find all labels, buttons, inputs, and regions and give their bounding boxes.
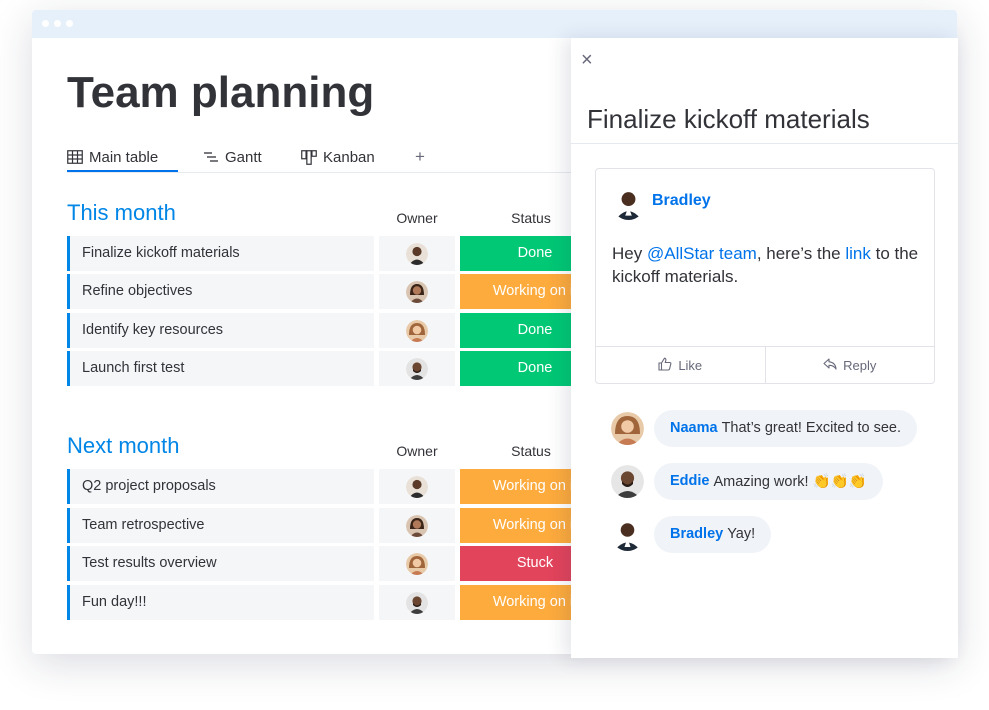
- mention-link[interactable]: @AllStar team: [647, 244, 757, 263]
- reply-bubble: Naama That’s great! Excited to see.: [654, 409, 918, 447]
- reply-bubble: Bradley Yay!: [654, 515, 772, 553]
- owner-cell[interactable]: [379, 469, 455, 504]
- owner-cell[interactable]: [379, 313, 455, 348]
- tab-main-table[interactable]: Main table: [67, 144, 178, 172]
- window-titlebar: [32, 10, 957, 38]
- owner-cell[interactable]: [379, 236, 455, 271]
- avatar: [406, 357, 428, 380]
- page-title: Team planning: [67, 68, 375, 117]
- owner-cell[interactable]: [379, 274, 455, 309]
- table-icon: [67, 150, 83, 164]
- add-view-button[interactable]: +: [415, 144, 425, 170]
- item-name[interactable]: Team retrospective: [67, 508, 374, 543]
- reply-label: Reply: [843, 357, 877, 373]
- reply-author[interactable]: Eddie: [670, 473, 709, 489]
- item-name[interactable]: Fun day!!!: [67, 585, 374, 620]
- close-icon[interactable]: ×: [581, 50, 593, 70]
- window-dot: [54, 20, 61, 27]
- thumbs-up-icon: [658, 357, 672, 374]
- column-header-owner: Owner: [396, 443, 438, 459]
- update-text: , here’s the: [756, 244, 846, 263]
- view-tabs: Main table Gantt Kanban +: [67, 144, 607, 173]
- column-header-owner: Owner: [396, 210, 438, 226]
- like-button[interactable]: Like: [596, 347, 765, 383]
- item-name[interactable]: Q2 project proposals: [67, 469, 374, 504]
- reply-author[interactable]: Bradley: [670, 526, 723, 542]
- owner-cell[interactable]: [379, 351, 455, 386]
- avatar: [406, 514, 428, 537]
- avatar: [611, 464, 644, 498]
- reply-author[interactable]: Naama: [670, 420, 718, 436]
- panel-title: Finalize kickoff materials: [587, 104, 870, 134]
- owner-cell[interactable]: [379, 546, 455, 581]
- item-name[interactable]: Test results overview: [67, 546, 374, 581]
- reply-item: Naama That’s great! Excited to see.: [611, 408, 918, 448]
- avatar: [406, 280, 428, 303]
- update-actions: Like Reply: [596, 346, 934, 383]
- reply-bubble: Eddie Amazing work! 👏👏👏: [654, 462, 883, 500]
- item-name[interactable]: Identify key resources: [67, 313, 374, 348]
- like-label: Like: [678, 357, 703, 373]
- avatar: [406, 242, 428, 265]
- tab-kanban[interactable]: Kanban: [301, 144, 375, 170]
- avatar: [406, 591, 428, 614]
- tab-label: Kanban: [323, 148, 375, 166]
- avatar: [406, 475, 428, 498]
- update-author[interactable]: Bradley: [652, 192, 711, 210]
- reply-item: Bradley Yay!: [611, 514, 772, 554]
- reply-text: Amazing work! 👏👏👏: [713, 473, 867, 490]
- avatar: [406, 319, 428, 342]
- reply-text: Yay!: [727, 526, 756, 542]
- update-card: Bradley Hey @AllStar team, here’s the li…: [595, 168, 935, 384]
- owner-cell[interactable]: [379, 585, 455, 620]
- kickoff-link[interactable]: link: [845, 244, 871, 263]
- kanban-icon: [301, 149, 317, 165]
- window-dot: [42, 20, 49, 27]
- reply-text: That’s great! Excited to see.: [721, 420, 902, 436]
- update-text: Hey: [612, 244, 647, 263]
- item-name[interactable]: Launch first test: [67, 351, 374, 386]
- group-title[interactable]: Next month: [67, 433, 180, 459]
- window-dot: [66, 20, 73, 27]
- gantt-icon: [203, 151, 219, 163]
- reply-button[interactable]: Reply: [764, 347, 935, 383]
- item-name[interactable]: Refine objectives: [67, 274, 374, 309]
- group-title[interactable]: This month: [67, 200, 176, 226]
- tab-gantt[interactable]: Gantt: [203, 144, 262, 170]
- tab-label: Gantt: [225, 148, 262, 166]
- avatar: [611, 517, 644, 551]
- reply-item: Eddie Amazing work! 👏👏👏: [611, 461, 883, 501]
- reply-icon: [823, 357, 837, 373]
- avatar: [612, 187, 645, 220]
- owner-cell[interactable]: [379, 508, 455, 543]
- avatar: [611, 411, 644, 445]
- avatar: [406, 552, 428, 575]
- item-detail-panel: × Finalize kickoff materials Bradley Hey…: [571, 38, 958, 658]
- tab-label: Main table: [89, 148, 159, 166]
- item-name[interactable]: Finalize kickoff materials: [67, 236, 374, 271]
- divider: [571, 143, 958, 144]
- update-body: Hey @AllStar team, here’s the link to th…: [612, 242, 922, 288]
